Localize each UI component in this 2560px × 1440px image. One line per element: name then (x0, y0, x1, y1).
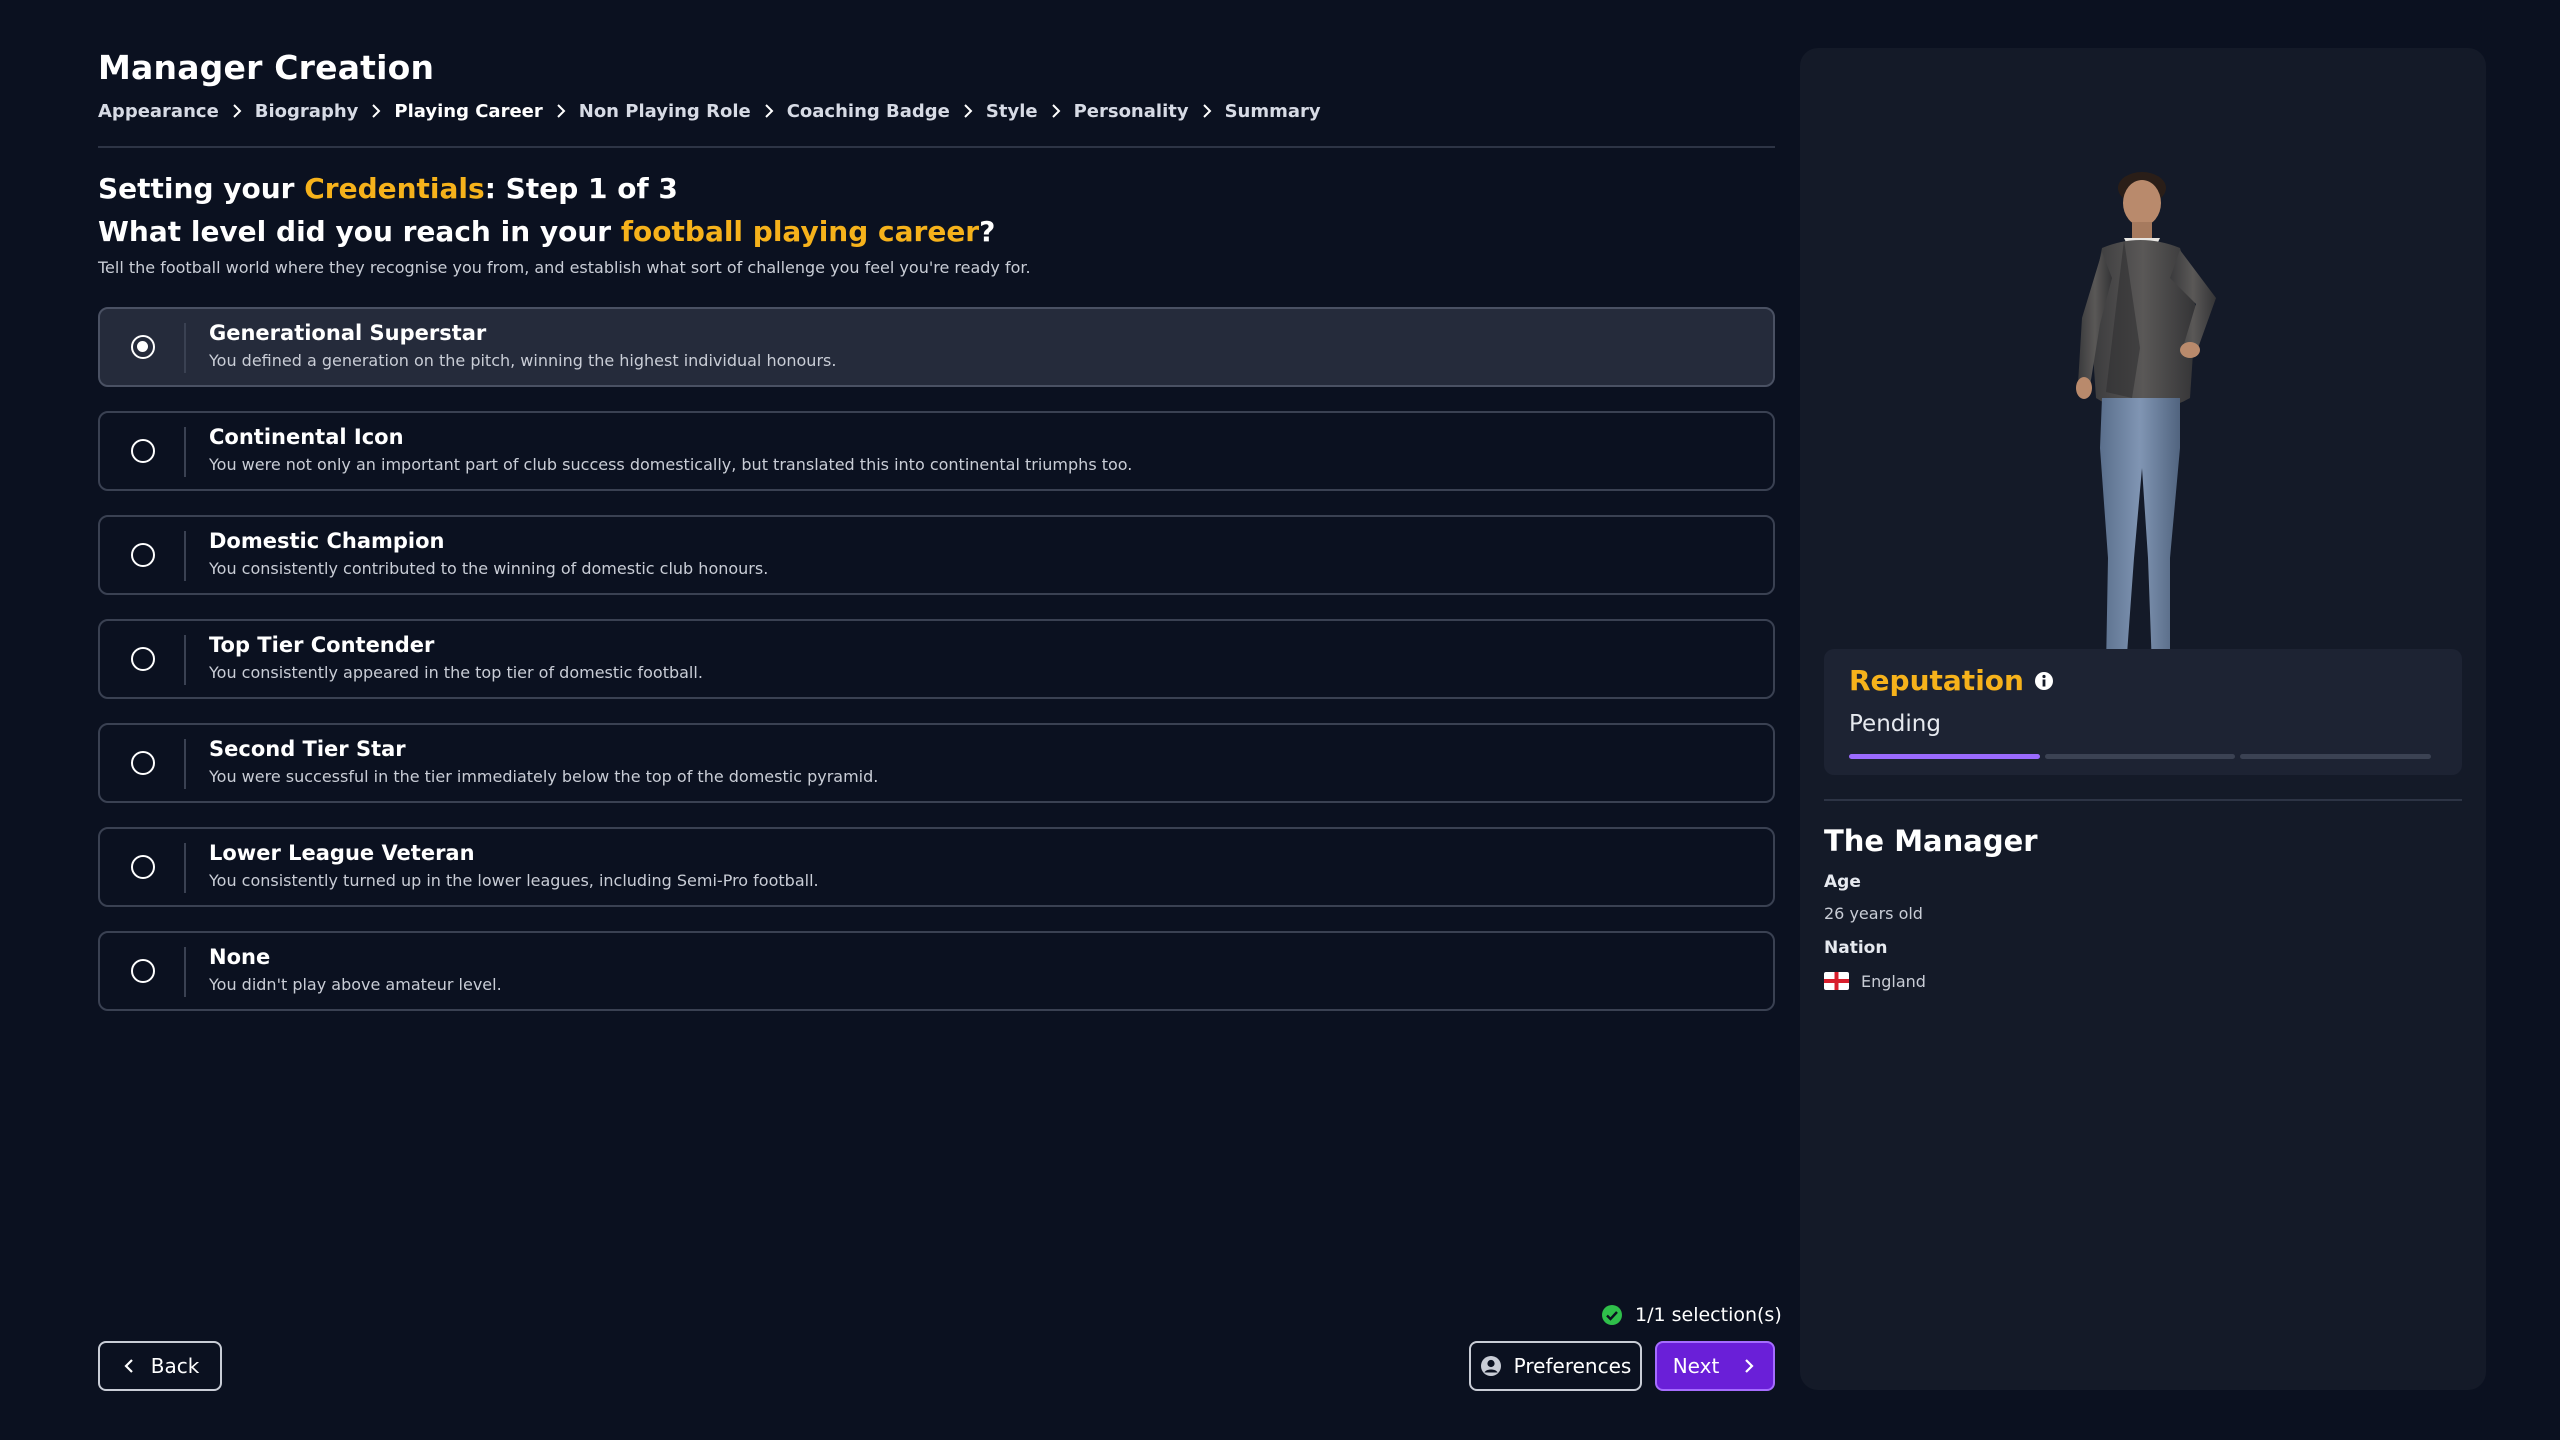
question-highlight: football playing career (620, 215, 980, 248)
option-description: You consistently appeared in the top tie… (209, 663, 703, 682)
reputation-card: Reputation Pending (1824, 649, 2462, 775)
radio-unselected-icon[interactable] (131, 439, 155, 463)
breadcrumb-biography[interactable]: Biography (255, 101, 359, 122)
chevron-right-icon (1745, 1359, 1754, 1373)
chevron-right-icon (751, 98, 787, 124)
chevron-right-icon (1189, 98, 1225, 124)
option-continental-icon[interactable]: Continental Icon You were not only an im… (98, 411, 1775, 491)
reputation-title: Reputation (1849, 664, 2024, 697)
breadcrumb-personality[interactable]: Personality (1074, 101, 1189, 122)
nation-value-row: England (1824, 969, 1926, 993)
chevron-right-icon (358, 98, 394, 124)
reputation-segment (2044, 754, 2236, 759)
page-title: Manager Creation (98, 48, 435, 87)
main-content: Manager Creation Appearance Biography Pl… (98, 0, 1782, 1440)
option-none[interactable]: None You didn't play above amateur level… (98, 931, 1775, 1011)
manager-preview-panel: Reputation Pending The Manager Age 26 ye… (1800, 48, 2486, 1390)
manager-figure-image (2050, 172, 2230, 699)
option-description: You consistently turned up in the lower … (209, 871, 819, 890)
preferences-button-label: Preferences (1513, 1354, 1632, 1378)
age-label: Age (1824, 872, 1861, 892)
radio-unselected-icon[interactable] (131, 647, 155, 671)
question-prefix: What level did you reach in your (98, 215, 612, 248)
back-button-label: Back (150, 1354, 200, 1378)
option-title: Domestic Champion (209, 529, 445, 553)
user-circle-icon (1480, 1356, 1501, 1376)
option-divider (184, 635, 186, 685)
step-prefix: Setting your (98, 172, 295, 205)
chevron-right-icon (543, 98, 579, 124)
chevron-left-icon (124, 1359, 133, 1373)
check-circle-icon (1602, 1305, 1622, 1325)
option-top-tier-contender[interactable]: Top Tier Contender You consistently appe… (98, 619, 1775, 699)
age-value: 26 years old (1824, 904, 1923, 923)
breadcrumb-style[interactable]: Style (986, 101, 1038, 122)
chevron-right-icon (950, 98, 986, 124)
option-generational-superstar[interactable]: Generational Superstar You defined a gen… (98, 307, 1775, 387)
chevron-right-icon (1038, 98, 1074, 124)
question-suffix: ? (979, 215, 996, 248)
option-description: You were not only an important part of c… (209, 455, 1133, 474)
step-highlight: Credentials (304, 172, 485, 205)
option-description: You were successful in the tier immediat… (209, 767, 879, 786)
option-divider (184, 843, 186, 893)
next-button-label: Next (1672, 1354, 1720, 1378)
option-title: None (209, 945, 271, 969)
option-description: You defined a generation on the pitch, w… (209, 351, 837, 370)
preferences-button[interactable]: Preferences (1469, 1341, 1642, 1391)
breadcrumb-appearance[interactable]: Appearance (98, 101, 219, 122)
nation-value: England (1861, 971, 1926, 991)
step-heading: Setting your Credentials: Step 1 of 3 (98, 172, 678, 205)
selection-status: 1/1 selection(s) (1601, 1302, 1782, 1328)
reputation-segment (1849, 754, 2040, 759)
radio-unselected-icon[interactable] (131, 751, 155, 775)
option-title: Continental Icon (209, 425, 404, 449)
career-options-list: Generational Superstar You defined a gen… (98, 307, 1775, 1035)
option-lower-league-veteran[interactable]: Lower League Veteran You consistently tu… (98, 827, 1775, 907)
option-title: Top Tier Contender (209, 633, 435, 657)
question-subtitle: Tell the football world where they recog… (98, 258, 1031, 277)
radio-unselected-icon[interactable] (131, 543, 155, 567)
option-divider (184, 323, 186, 373)
option-divider (184, 739, 186, 789)
option-title: Second Tier Star (209, 737, 406, 761)
option-divider (184, 427, 186, 477)
manager-section-title: The Manager (1824, 824, 2038, 858)
option-domestic-champion[interactable]: Domestic Champion You consistently contr… (98, 515, 1775, 595)
radio-unselected-icon[interactable] (131, 959, 155, 983)
reputation-segment (2240, 754, 2432, 759)
back-button[interactable]: Back (98, 1341, 222, 1391)
question-heading: What level did you reach in your footbal… (98, 215, 995, 248)
radio-unselected-icon[interactable] (131, 855, 155, 879)
breadcrumb-coaching-badge[interactable]: Coaching Badge (787, 101, 950, 122)
manager-avatar (2020, 148, 2260, 699)
breadcrumb-non-playing-role[interactable]: Non Playing Role (579, 101, 751, 122)
reputation-heading: Reputation (1849, 664, 2054, 697)
step-suffix: : Step 1 of 3 (484, 172, 678, 205)
selection-status-text: 1/1 selection(s) (1635, 1304, 1782, 1326)
breadcrumb: Appearance Biography Playing Career Non … (98, 98, 1321, 124)
option-title: Generational Superstar (209, 321, 487, 345)
option-divider (184, 531, 186, 581)
breadcrumb-playing-career[interactable]: Playing Career (394, 101, 542, 122)
panel-divider (1824, 799, 2462, 801)
nation-label: Nation (1824, 938, 1888, 958)
reputation-status: Pending (1849, 711, 1941, 737)
info-icon[interactable] (2034, 671, 2054, 691)
option-divider (184, 947, 186, 997)
reputation-progress-bar (1849, 754, 2432, 759)
option-description: You didn't play above amateur level. (209, 975, 502, 994)
breadcrumb-summary[interactable]: Summary (1225, 101, 1321, 122)
next-button[interactable]: Next (1655, 1341, 1775, 1391)
header-divider (98, 146, 1775, 148)
england-flag-icon (1824, 972, 1849, 990)
option-second-tier-star[interactable]: Second Tier Star You were successful in … (98, 723, 1775, 803)
radio-selected-icon[interactable] (131, 335, 155, 359)
chevron-right-icon (219, 98, 255, 124)
option-description: You consistently contributed to the winn… (209, 559, 769, 578)
option-title: Lower League Veteran (209, 841, 475, 865)
